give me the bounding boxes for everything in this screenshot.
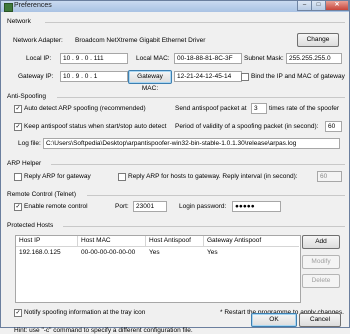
ip-octet-2: 9 [75, 55, 80, 62]
modify-host-button[interactable]: Modify [302, 255, 340, 269]
column-header-host-antispoof[interactable]: Host Antispoof [146, 236, 204, 247]
log-file-field[interactable]: C:\Users\Softpedia\Desktop\arpantispoofe… [43, 138, 340, 149]
preferences-window: Preferences – □ ✕ Network Network Adapte… [0, 0, 350, 334]
gateway-mac-field[interactable]: 12-21-24-12-45-14 [174, 71, 242, 82]
subnet-mask-label: Subnet Mask: [244, 55, 284, 62]
divider [45, 22, 345, 23]
column-header-gateway-antispoof[interactable]: Gateway Antispoof [204, 236, 299, 247]
local-ip-label: Local IP: [26, 55, 52, 62]
ip-octet-3: 0 [84, 55, 89, 62]
divider [57, 97, 345, 98]
divider [87, 195, 345, 196]
reply-gateway-checkbox[interactable] [14, 173, 22, 181]
reply-hosts-checkbox[interactable] [118, 173, 126, 181]
send-packet-suffix: times rate of the spoofer [269, 105, 340, 112]
close-button[interactable]: ✕ [325, 1, 349, 11]
send-packet-field[interactable]: 3 [251, 103, 267, 114]
change-adapter-button[interactable]: Change [297, 33, 339, 47]
arp-helper-section-title: ARP Helper [7, 160, 42, 167]
divider [51, 164, 345, 165]
column-header-host-ip[interactable]: Host IP [16, 236, 78, 247]
add-host-button[interactable]: Add [302, 235, 340, 249]
reply-gateway-label: Reply ARP for gateway [24, 173, 91, 180]
reply-interval-field[interactable]: 60 [317, 171, 342, 182]
ip-octet-4: 1 [93, 73, 98, 80]
column-header-host-mac[interactable]: Host MAC [78, 236, 146, 247]
adapter-value: Broadcom NetXtreme Gigabit Ethernet Driv… [75, 37, 206, 44]
password-label: Login password: [179, 203, 227, 210]
adapter-label: Network Adapter: [13, 37, 63, 44]
host-antispoof-cell: Yes [149, 249, 160, 256]
gateway-ip-field[interactable]: 10 . 9 . 0 . 1 [60, 71, 128, 82]
title-bar[interactable]: Preferences – □ ✕ [1, 1, 349, 12]
preferences-panel: Network Network Adapter: Broadcom NetXtr… [5, 13, 345, 334]
local-mac-field[interactable]: 00-18-88-81-8C-3F [174, 53, 242, 64]
period-label: Period of validity of a spoofing packet … [175, 123, 319, 130]
divider [63, 226, 345, 227]
hosts-table[interactable]: Host IP Host MAC Host Antispoof Gateway … [15, 235, 301, 303]
bind-gateway-label: Bind the IP and MAC of gateway [251, 73, 345, 80]
hosts-section-title: Protected Hosts [7, 222, 54, 229]
ip-octet-4: 111 [93, 55, 104, 62]
keep-status-label: Keep antispoof status when start/stop au… [24, 123, 167, 130]
send-packet-label: Send antispoof packet at [175, 105, 247, 112]
host-ip-cell: 192.168.0.125 [19, 249, 61, 256]
gateway-mac-button[interactable]: Gateway MAC: [128, 70, 172, 92]
network-section-title: Network [7, 18, 31, 25]
password-field[interactable]: ●●●●● [232, 201, 281, 212]
app-icon [4, 3, 13, 12]
maximize-button[interactable]: □ [311, 1, 326, 11]
gateway-ip-label: Gateway IP: [18, 73, 54, 80]
remote-section-title: Remote Control (Telnet) [7, 191, 76, 198]
ip-octet-2: 9 [75, 73, 80, 80]
enable-remote-checkbox[interactable]: ✓ [14, 203, 22, 211]
period-field[interactable]: 60 [325, 121, 342, 132]
ip-octet-3: 0 [84, 73, 89, 80]
subnet-mask-field[interactable]: 255.255.255.0 [286, 53, 342, 64]
local-ip-field[interactable]: 10 . 9 . 0 . 111 [60, 53, 128, 64]
reply-hosts-label: Reply ARP for hosts to gateway. Reply in… [128, 173, 298, 180]
antispoof-section-title: Anti-Spoofing [7, 93, 47, 100]
minimize-button[interactable]: – [297, 1, 312, 11]
log-file-label: Log file: [18, 140, 41, 147]
ip-octet-1: 10 [63, 55, 71, 62]
enable-remote-label: Enable remote control [24, 203, 88, 210]
host-mac-cell: 00-00-00-00-00-00 [81, 249, 136, 256]
local-mac-label: Local MAC: [136, 55, 170, 62]
ok-button[interactable]: OK [251, 313, 297, 327]
port-field[interactable]: 23001 [133, 201, 167, 212]
delete-host-button[interactable]: Delete [302, 274, 340, 288]
auto-detect-checkbox[interactable]: ✓ [14, 105, 22, 113]
port-label: Port: [115, 203, 129, 210]
auto-detect-label: Auto detect ARP spoofing (recommended) [24, 105, 146, 112]
gateway-antispoof-cell: Yes [207, 249, 218, 256]
window-title: Preferences [14, 2, 52, 9]
bind-gateway-checkbox[interactable] [241, 73, 249, 81]
hint-text: Hint: use "-c" command to specify a diff… [14, 327, 193, 334]
ip-octet-1: 10 [63, 73, 71, 80]
cancel-button[interactable]: Cancel [299, 313, 341, 327]
keep-status-checkbox[interactable]: ✓ [14, 123, 22, 131]
notify-tray-label: Notify spoofing information at the tray … [24, 309, 146, 316]
notify-tray-checkbox[interactable]: ✓ [14, 309, 22, 317]
